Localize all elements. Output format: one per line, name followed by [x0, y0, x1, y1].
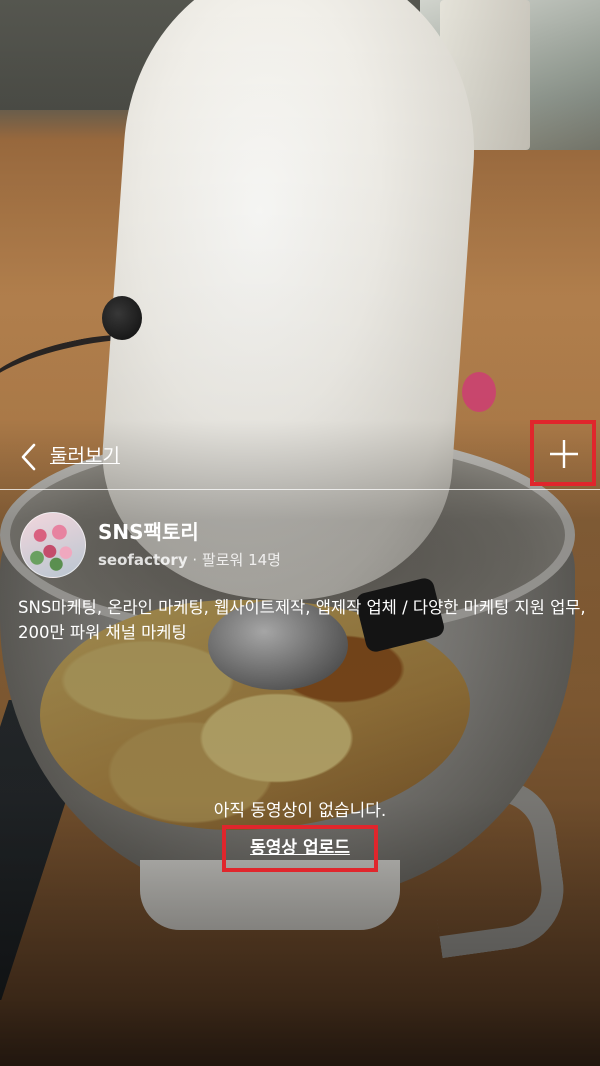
- upload-video-label: 동영상 업로드: [250, 838, 350, 858]
- background-video-frame: [0, 0, 600, 1066]
- plus-icon: [550, 440, 578, 468]
- top-bar: 둘러보기: [0, 420, 600, 488]
- add-button[interactable]: [530, 420, 596, 486]
- upload-video-button[interactable]: 동영상 업로드: [222, 825, 378, 872]
- divider: [0, 489, 600, 490]
- empty-state-message: 아직 동영상이 없습니다.: [213, 801, 387, 821]
- channel-meta: seofactory · 팔로워 14명: [98, 549, 281, 571]
- channel-name[interactable]: SNS팩토리: [98, 519, 199, 545]
- channel-handle: seofactory: [98, 551, 188, 569]
- chevron-left-icon[interactable]: [18, 442, 44, 472]
- channel-description: SNS마케팅, 온라인 마케팅, 웹사이트제작, 앱제작 업체 / 다양한 마케…: [18, 598, 586, 642]
- follower-count: · 팔로워 14명: [192, 551, 281, 569]
- avatar[interactable]: [20, 512, 86, 578]
- back-button-label[interactable]: 둘러보기: [50, 442, 120, 470]
- dark-overlay: [0, 0, 600, 1066]
